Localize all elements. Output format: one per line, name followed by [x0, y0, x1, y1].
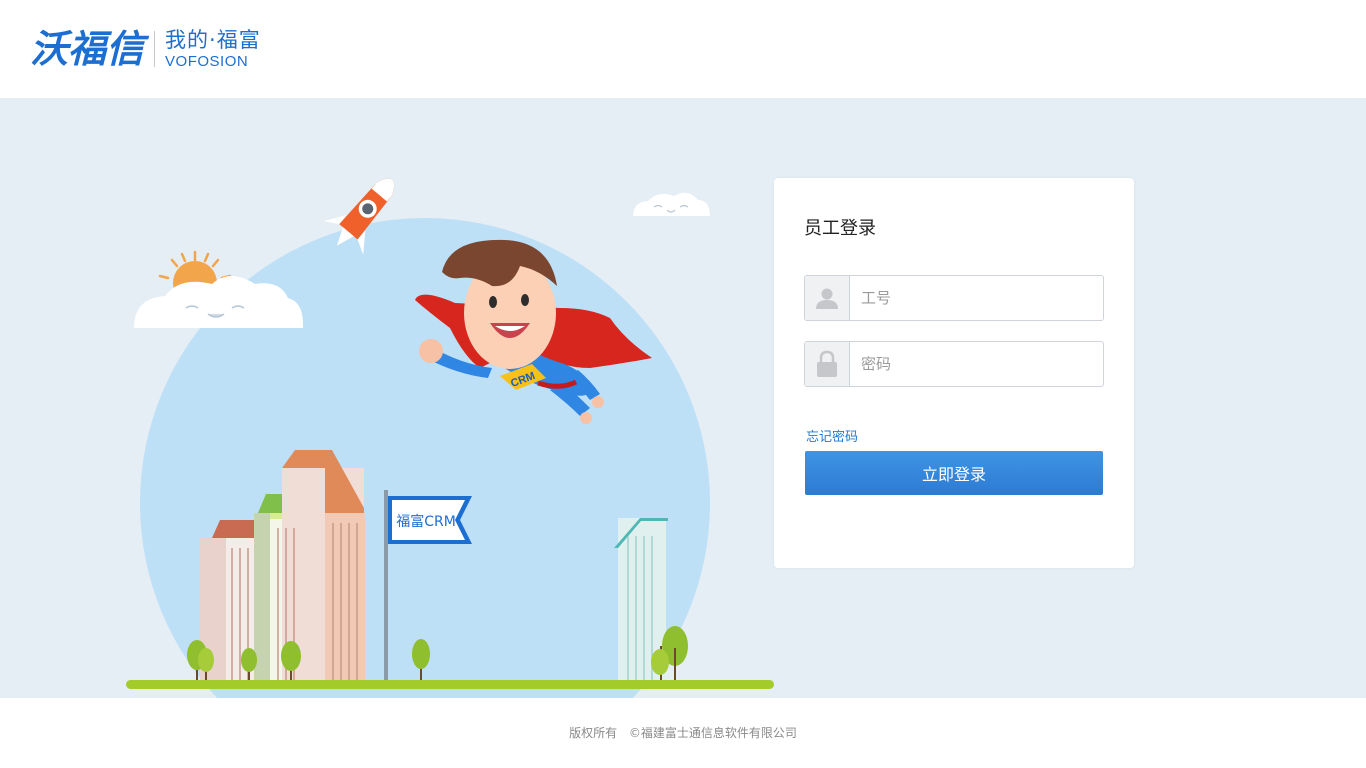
login-button[interactable]: 立即登录: [805, 451, 1103, 495]
logo-divider: [154, 31, 156, 67]
username-input[interactable]: [850, 276, 1103, 320]
logo-subtitle-en: VOFOSION: [165, 52, 249, 70]
login-title: 员工登录: [804, 218, 876, 239]
ground-line: [126, 680, 774, 689]
footer-rights: 版权所有: [569, 726, 618, 740]
password-input[interactable]: [850, 342, 1103, 386]
password-field[interactable]: [804, 341, 1104, 387]
main-area: CRM 福富CRM 员工登录 工号 忘记密码 立即登录: [0, 98, 1366, 698]
username-field[interactable]: [804, 275, 1104, 321]
logo-subtitle-cn: 我的·福富: [165, 27, 261, 52]
logo[interactable]: 沃福信 我的·福富 VOFOSION: [30, 28, 261, 70]
forgot-password-link[interactable]: 忘记密码: [806, 426, 858, 445]
footer: 版权所有 ©福建富士通信息软件有限公司: [0, 698, 1366, 768]
cloud-right: [633, 192, 710, 216]
logo-main-text: 沃福信: [30, 27, 145, 71]
user-icon: [805, 276, 850, 320]
header: 沃福信 我的·福富 VOFOSION: [0, 0, 1366, 98]
login-card: 员工登录 忘记密码 立即登录: [774, 178, 1134, 568]
logo-subtitle: 我的·福富 VOFOSION: [165, 27, 261, 70]
footer-company: ©福建富士通信息软件有限公司: [628, 726, 797, 740]
footer-copyright: 版权所有 ©福建富士通信息软件有限公司: [0, 724, 1366, 741]
lock-icon: [805, 342, 850, 386]
flag-text: 福富CRM: [396, 513, 456, 530]
hero-illustration: CRM 福富CRM: [126, 178, 774, 698]
